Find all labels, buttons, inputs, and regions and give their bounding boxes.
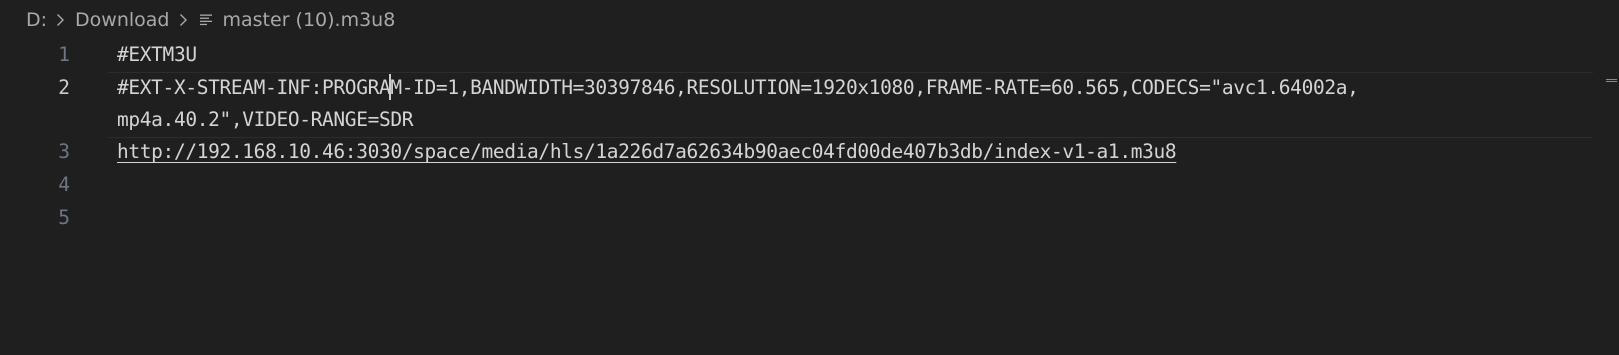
editor[interactable]: 1 2 3 4 5 #EXTM3U #EXT-X-STREAM-INF:PROG… bbox=[0, 38, 1619, 355]
line-number-active: 2 bbox=[58, 76, 70, 99]
breadcrumb-folder[interactable]: Download bbox=[75, 9, 169, 31]
code-line-3[interactable]: http://192.168.10.46:3030/space/media/hl… bbox=[117, 135, 1177, 168]
code-text: #EXTM3U bbox=[117, 43, 197, 66]
line-number: 1 bbox=[58, 43, 70, 66]
line-number: 5 bbox=[58, 206, 70, 229]
minimap[interactable] bbox=[1606, 79, 1617, 83]
code-text: #EXT-X-STREAM-INF:PROGRA bbox=[117, 76, 391, 99]
code-text: mp4a.40.2",VIDEO-RANGE=SDR bbox=[117, 108, 414, 131]
chevron-right-icon bbox=[56, 13, 65, 27]
chevron-right-icon bbox=[179, 13, 188, 27]
line-number: 4 bbox=[58, 173, 70, 196]
code-line-1[interactable]: #EXTM3U bbox=[117, 38, 197, 71]
url-link[interactable]: http://192.168.10.46:3030/space/media/hl… bbox=[117, 140, 1177, 163]
lines-file-icon bbox=[199, 13, 213, 27]
code-line-2-wrap[interactable]: mp4a.40.2",VIDEO-RANGE=SDR bbox=[117, 103, 413, 136]
breadcrumb: D: Download master (10).m3u8 bbox=[26, 6, 395, 34]
code-text: M-ID=1,BANDWIDTH=30397846,RESOLUTION=192… bbox=[390, 76, 1359, 99]
code-line-2[interactable]: #EXT-X-STREAM-INF:PROGRAM-ID=1,BANDWIDTH… bbox=[117, 71, 1359, 104]
breadcrumb-file[interactable]: master (10).m3u8 bbox=[223, 9, 396, 31]
breadcrumb-drive[interactable]: D: bbox=[26, 9, 47, 31]
line-number: 3 bbox=[58, 140, 70, 163]
